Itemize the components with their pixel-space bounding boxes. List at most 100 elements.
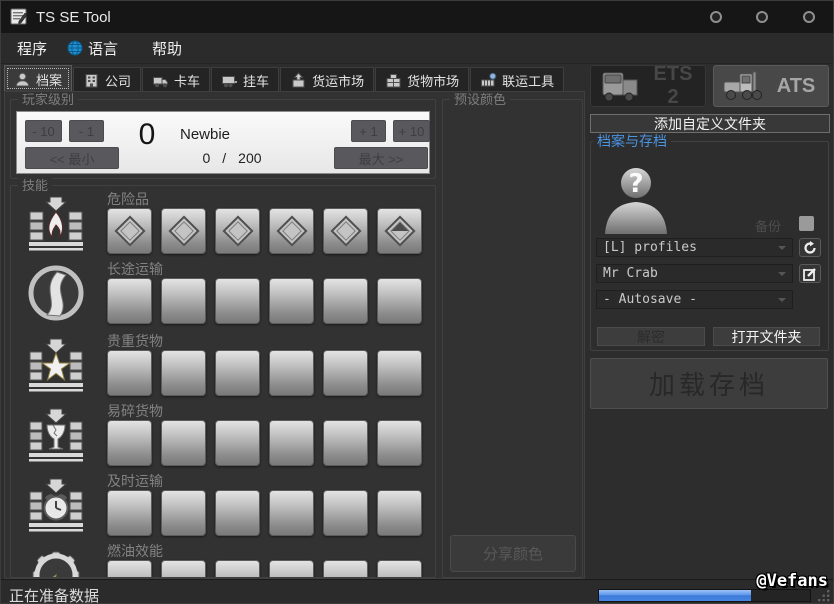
tab-trailer[interactable]: 挂车 [211, 67, 279, 92]
skill-step-button[interactable] [107, 350, 152, 396]
open-folder-button[interactable]: 打开文件夹 [713, 327, 820, 346]
menu-language[interactable]: 语言 [57, 33, 128, 63]
menu-program[interactable]: 程序 [1, 33, 57, 63]
profiles-saves-group: 档案与存档 ? 备份 [L] profiles Mr Crab [590, 141, 829, 351]
skill-step-button[interactable] [269, 490, 314, 536]
ets2-game-button[interactable]: ETS 2 [590, 65, 706, 107]
skill-step-button[interactable] [323, 208, 368, 254]
truck-icon [152, 72, 169, 89]
decrypt-button[interactable]: 解密 [597, 327, 705, 346]
profiles-source-dropdown[interactable]: [L] profiles [596, 238, 793, 257]
skill-step-button[interactable] [269, 278, 314, 324]
skill-step-button[interactable] [161, 208, 206, 254]
ets2-label: ETS 2 [649, 63, 697, 109]
tab-truck[interactable]: 卡车 [142, 67, 210, 92]
skill-step-button[interactable] [323, 560, 368, 577]
profiles-source-value: [L] profiles [603, 240, 697, 255]
share-colors-button[interactable]: 分享颜色 [450, 535, 576, 572]
skill-step-button[interactable] [161, 490, 206, 536]
globe-icon [67, 40, 83, 56]
level-minus1-button[interactable]: - 1 [69, 120, 104, 142]
skill-step-button[interactable] [107, 278, 152, 324]
window-control-maximize[interactable] [756, 11, 768, 23]
skill-step-button[interactable] [377, 420, 422, 466]
skill-step-button[interactable] [161, 560, 206, 577]
save-slot-value: - Autosave - [603, 292, 697, 307]
skill-step-button[interactable] [107, 560, 152, 577]
load-save-button[interactable]: 加载存档 [590, 358, 828, 409]
edit-profile-button[interactable] [799, 264, 821, 283]
menu-bar: 程序 语言 帮助 [1, 33, 833, 64]
hazard-placard-icon [222, 215, 253, 246]
skill-step-button[interactable] [161, 350, 206, 396]
menu-program-label: 程序 [17, 38, 47, 59]
skill-step-button[interactable] [107, 420, 152, 466]
level-plus1-button[interactable]: + 1 [351, 120, 386, 142]
tab-cargo-market[interactable]: 货物市场 [375, 67, 469, 92]
level-minus10-button[interactable]: - 10 [25, 120, 62, 142]
skill-step-button[interactable] [377, 350, 422, 396]
profile-name-dropdown[interactable]: Mr Crab [596, 264, 793, 283]
skill-step-button[interactable] [269, 420, 314, 466]
tab-freight-market[interactable]: 货运市场 [280, 67, 374, 92]
skill-step-button[interactable] [323, 350, 368, 396]
watermark: @Vefans [756, 571, 828, 591]
skill-step-button[interactable] [377, 208, 422, 254]
skill-step-button[interactable] [215, 350, 260, 396]
ats-game-button[interactable]: ATS [713, 65, 829, 107]
preset-colors-group: 预设颜色 分享颜色 [442, 99, 583, 578]
long-distance-icon [27, 263, 85, 323]
skill-step-button[interactable] [161, 420, 206, 466]
skill-step-button[interactable] [215, 278, 260, 324]
skill-step-button[interactable] [269, 560, 314, 577]
american-truck-icon [722, 70, 766, 102]
level-rank: Newbie [180, 126, 230, 143]
skill-step-button[interactable] [161, 278, 206, 324]
save-slot-dropdown[interactable]: - Autosave - [596, 290, 793, 309]
intermodal-icon [480, 72, 497, 89]
window-control-minimize[interactable] [710, 11, 722, 23]
level-min-button[interactable]: << 最小 [25, 147, 119, 169]
level-plus10-button[interactable]: + 10 [393, 120, 430, 142]
level-max-button[interactable]: 最大 >> [334, 147, 428, 169]
skill-step-button[interactable] [377, 278, 422, 324]
skill-step-button[interactable] [215, 560, 260, 577]
hazard-placard-icon [276, 215, 307, 246]
tab-intermodal-tools[interactable]: 联运工具 [470, 67, 564, 92]
hazard-placard-icon [330, 215, 361, 246]
skill-step-button[interactable] [215, 208, 260, 254]
tab-profile[interactable]: 档案 [4, 65, 72, 92]
dangerous-goods-icon [27, 193, 85, 253]
tab-trailer-label: 挂车 [243, 71, 269, 90]
menu-help[interactable]: 帮助 [142, 33, 192, 63]
skill-step-button[interactable] [377, 490, 422, 536]
level-panel: - 10 - 1 0 Newbie + 1 + 10 << 最小 0 / 200… [16, 111, 430, 174]
skill-step-button[interactable] [107, 490, 152, 536]
xp-current: 0 [202, 150, 210, 166]
skill-step-button[interactable] [269, 208, 314, 254]
tab-truck-label: 卡车 [174, 71, 200, 90]
skill-label-fragile: 易碎货物 [107, 401, 163, 421]
svg-text:?: ? [628, 169, 643, 199]
skill-step-button[interactable] [269, 350, 314, 396]
fragile-cargo-icon [27, 405, 85, 465]
tab-profile-label: 档案 [36, 70, 62, 89]
skill-step-button[interactable] [215, 490, 260, 536]
tab-strip: 档案 公司 卡车 挂车 [4, 65, 565, 92]
skill-label-just-in-time: 及时运输 [107, 471, 163, 491]
skill-step-button[interactable] [107, 208, 152, 254]
skill-step-button[interactable] [377, 560, 422, 577]
add-custom-folder-button[interactable]: 添加自定义文件夹 [590, 114, 830, 133]
skill-step-button[interactable] [323, 420, 368, 466]
backup-checkbox[interactable] [799, 216, 814, 231]
trailer-icon [221, 72, 238, 89]
skill-step-button[interactable] [323, 278, 368, 324]
app-window: TS SE Tool 程序 语言 帮助 [0, 0, 834, 604]
skill-step-button[interactable] [215, 420, 260, 466]
window-control-close[interactable] [803, 11, 815, 23]
resize-grip[interactable] [817, 589, 831, 603]
skill-step-button[interactable] [323, 490, 368, 536]
tab-company[interactable]: 公司 [73, 67, 141, 92]
fuel-economy-icon [27, 545, 85, 577]
refresh-profiles-button[interactable] [799, 238, 821, 257]
